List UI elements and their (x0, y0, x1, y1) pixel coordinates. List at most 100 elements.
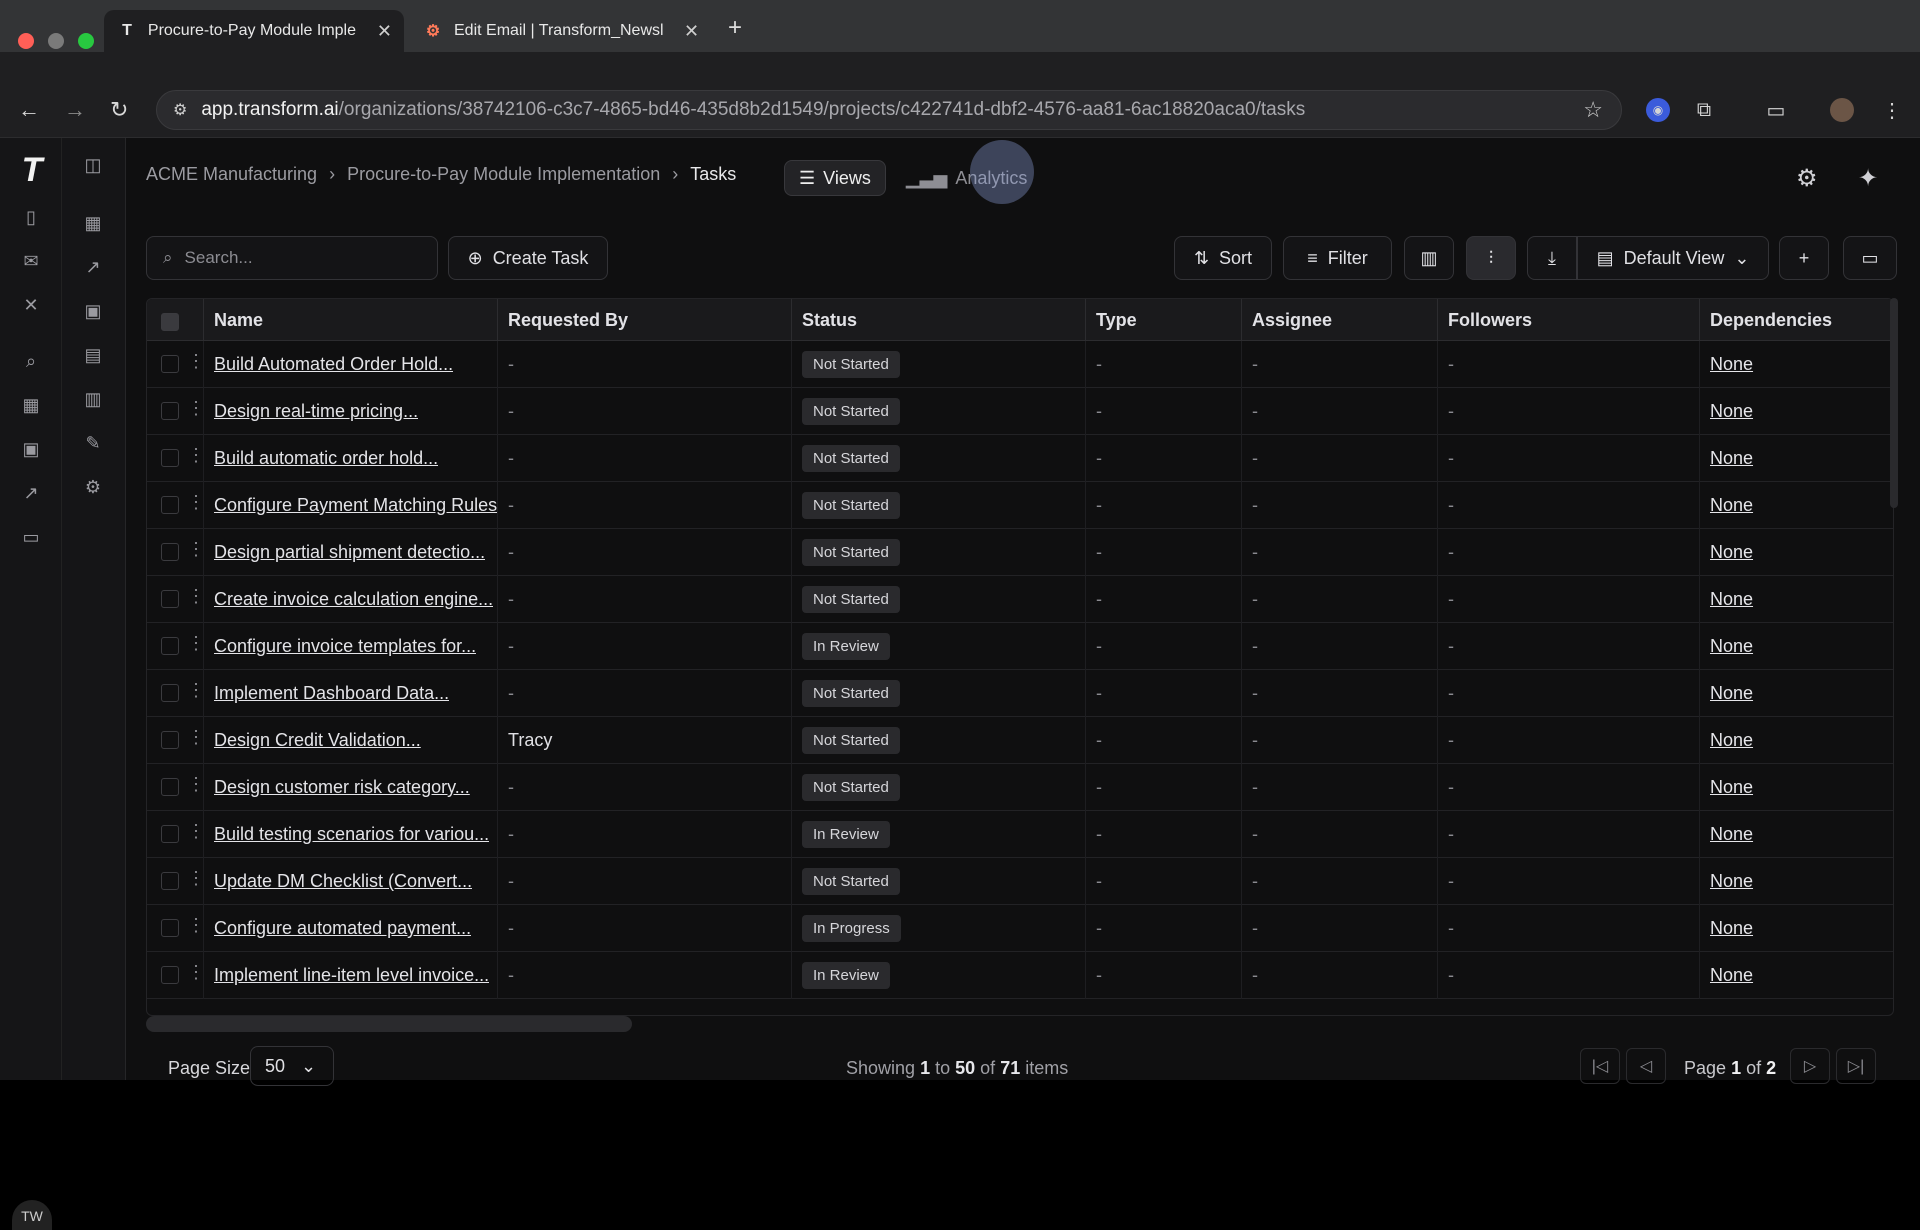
back-icon[interactable]: ← (18, 97, 40, 123)
status-badge[interactable]: Not Started (802, 774, 900, 801)
table-row[interactable]: ⋮ Build automatic order hold... - Not Start… (147, 435, 1893, 482)
column-header-requested-by[interactable]: Requested By (497, 299, 791, 341)
sidebar-toggle-icon[interactable]: ◫ (80, 152, 106, 178)
browser-tab-active[interactable]: T Procure-to-Pay Module Imple ✕ (104, 10, 404, 52)
group-button[interactable]: ⫶ (1466, 236, 1516, 280)
profile-avatar-icon[interactable] (1830, 98, 1854, 122)
settings-gear-icon[interactable]: ⚙ (80, 474, 106, 500)
dashboard-icon[interactable]: ▦ (18, 392, 44, 418)
dependencies-link[interactable]: None (1710, 495, 1753, 516)
dependencies-link[interactable]: None (1710, 730, 1753, 751)
row-checkbox[interactable] (161, 919, 179, 937)
row-checkbox[interactable] (161, 590, 179, 608)
column-header-status[interactable]: Status (791, 299, 1085, 341)
columns-button[interactable]: ▥ (1404, 236, 1454, 280)
task-name-link[interactable]: Design customer risk category... (214, 777, 470, 798)
extensions-puzzle-icon[interactable]: ⧉ (1692, 98, 1716, 122)
row-checkbox[interactable] (161, 825, 179, 843)
task-name-link[interactable]: Update DM Checklist (Convert... (214, 871, 472, 892)
dependencies-link[interactable]: None (1710, 777, 1753, 798)
status-badge[interactable]: Not Started (802, 539, 900, 566)
panel-icon[interactable]: ▯ (18, 204, 44, 230)
status-badge[interactable]: Not Started (802, 868, 900, 895)
dependencies-link[interactable]: None (1710, 589, 1753, 610)
task-name-link[interactable]: Create invoice calculation engine... (214, 589, 493, 610)
row-checkbox[interactable] (161, 496, 179, 514)
close-window-button[interactable] (18, 33, 34, 49)
row-checkbox[interactable] (161, 731, 179, 749)
status-badge[interactable]: Not Started (802, 727, 900, 754)
document-icon[interactable]: ▤ (80, 342, 106, 368)
breadcrumb-org[interactable]: ACME Manufacturing (146, 164, 317, 185)
status-badge[interactable]: In Review (802, 633, 890, 660)
task-name-link[interactable]: Configure invoice templates for... (214, 636, 476, 657)
collapse-icon[interactable]: ✕ (18, 292, 44, 318)
table-row[interactable]: ⋮ Create invoice calculation engine... - No… (147, 576, 1893, 623)
create-task-button[interactable]: ⊕ Create Task (448, 236, 608, 280)
site-settings-icon[interactable]: ⚙ (173, 100, 187, 120)
table-row[interactable]: ⋮ Configure Payment Matching Rules - Not St… (147, 482, 1893, 529)
status-badge[interactable]: In Review (802, 962, 890, 989)
next-page-icon[interactable]: ▷ (1790, 1048, 1830, 1084)
search-icon[interactable]: ⌕ (18, 348, 44, 374)
search-input[interactable] (184, 248, 405, 268)
task-name-link[interactable]: Build automatic order hold... (214, 448, 438, 469)
dependencies-link[interactable]: None (1710, 354, 1753, 375)
dependencies-link[interactable]: None (1710, 636, 1753, 657)
task-name-link[interactable]: Implement Dashboard Data... (214, 683, 449, 704)
table-row[interactable]: ⋮ Configure automated payment... - In Progr… (147, 905, 1893, 952)
new-tab-button[interactable]: + (728, 14, 742, 42)
column-header-type[interactable]: Type (1085, 299, 1241, 341)
present-button[interactable]: ▭ (1843, 236, 1897, 280)
table-row[interactable]: ⋮ Implement Dashboard Data... - Not Started… (147, 670, 1893, 717)
column-header-name[interactable]: Name (203, 299, 497, 341)
reload-icon[interactable]: ↻ (110, 97, 128, 123)
column-header-followers[interactable]: Followers (1437, 299, 1699, 341)
table-row[interactable]: ⋮ Update DM Checklist (Convert... - Not Sta… (147, 858, 1893, 905)
calendar-icon[interactable]: ▣ (18, 436, 44, 462)
dependencies-link[interactable]: None (1710, 683, 1753, 704)
export-button[interactable]: ⤓ (1527, 236, 1577, 280)
select-all-checkbox[interactable] (161, 313, 179, 331)
task-name-link[interactable]: Configure automated payment... (214, 918, 471, 939)
table-row[interactable]: ⋮ Configure invoice templates for... - In R… (147, 623, 1893, 670)
row-checkbox[interactable] (161, 355, 179, 373)
task-name-link[interactable]: Implement line-item level invoice... (214, 965, 489, 986)
row-checkbox[interactable] (161, 684, 179, 702)
task-name-link[interactable]: Configure Payment Matching Rules (214, 495, 497, 516)
browser-menu-icon[interactable]: ⋮ (1880, 98, 1904, 122)
task-name-link[interactable]: Design partial shipment detectio... (214, 542, 485, 563)
inbox-icon[interactable]: ✉ (18, 248, 44, 274)
status-badge[interactable]: In Progress (802, 915, 901, 942)
folder-icon[interactable]: ▭ (18, 524, 44, 550)
maximize-window-button[interactable] (78, 33, 94, 49)
status-badge[interactable]: Not Started (802, 492, 900, 519)
page-size-select[interactable]: 50 ⌄ (250, 1046, 334, 1086)
dependencies-link[interactable]: None (1710, 871, 1753, 892)
row-checkbox[interactable] (161, 543, 179, 561)
grid-icon[interactable]: ▦ (80, 210, 106, 236)
column-header-dependencies[interactable]: Dependencies (1699, 299, 1893, 341)
transform-logo-icon[interactable]: T (12, 151, 52, 189)
row-checkbox[interactable] (161, 778, 179, 796)
status-badge[interactable]: Not Started (802, 398, 900, 425)
bookmark-star-icon[interactable]: ☆ (1583, 97, 1603, 123)
status-badge[interactable]: In Review (802, 821, 890, 848)
table-row[interactable]: ⋮ Design customer risk category... - Not St… (147, 764, 1893, 811)
table-row[interactable]: ⋮ Design real-time pricing... - Not Started… (147, 388, 1893, 435)
search-box[interactable]: ⌕ (146, 236, 438, 280)
table-row[interactable]: ⋮ Implement line-item level invoice... - In… (147, 952, 1893, 999)
row-checkbox[interactable] (161, 966, 179, 984)
task-name-link[interactable]: Design Credit Validation... (214, 730, 421, 751)
horizontal-scrollbar[interactable] (146, 1016, 632, 1032)
browser-tab[interactable]: ⚙ Edit Email | Transform_Newsl ✕ (410, 10, 720, 52)
task-name-link[interactable]: Build Automated Order Hold... (214, 354, 453, 375)
close-tab-icon[interactable]: ✕ (684, 21, 699, 42)
extension-icon[interactable]: ◉ (1646, 98, 1670, 122)
default-view-select[interactable]: ▤ Default View ⌄ (1577, 236, 1769, 280)
table-row[interactable]: ⋮ Design partial shipment detectio... - Not… (147, 529, 1893, 576)
row-checkbox[interactable] (161, 637, 179, 655)
status-badge[interactable]: Not Started (802, 680, 900, 707)
clipboard-icon[interactable]: ▥ (80, 386, 106, 412)
dependencies-link[interactable]: None (1710, 918, 1753, 939)
